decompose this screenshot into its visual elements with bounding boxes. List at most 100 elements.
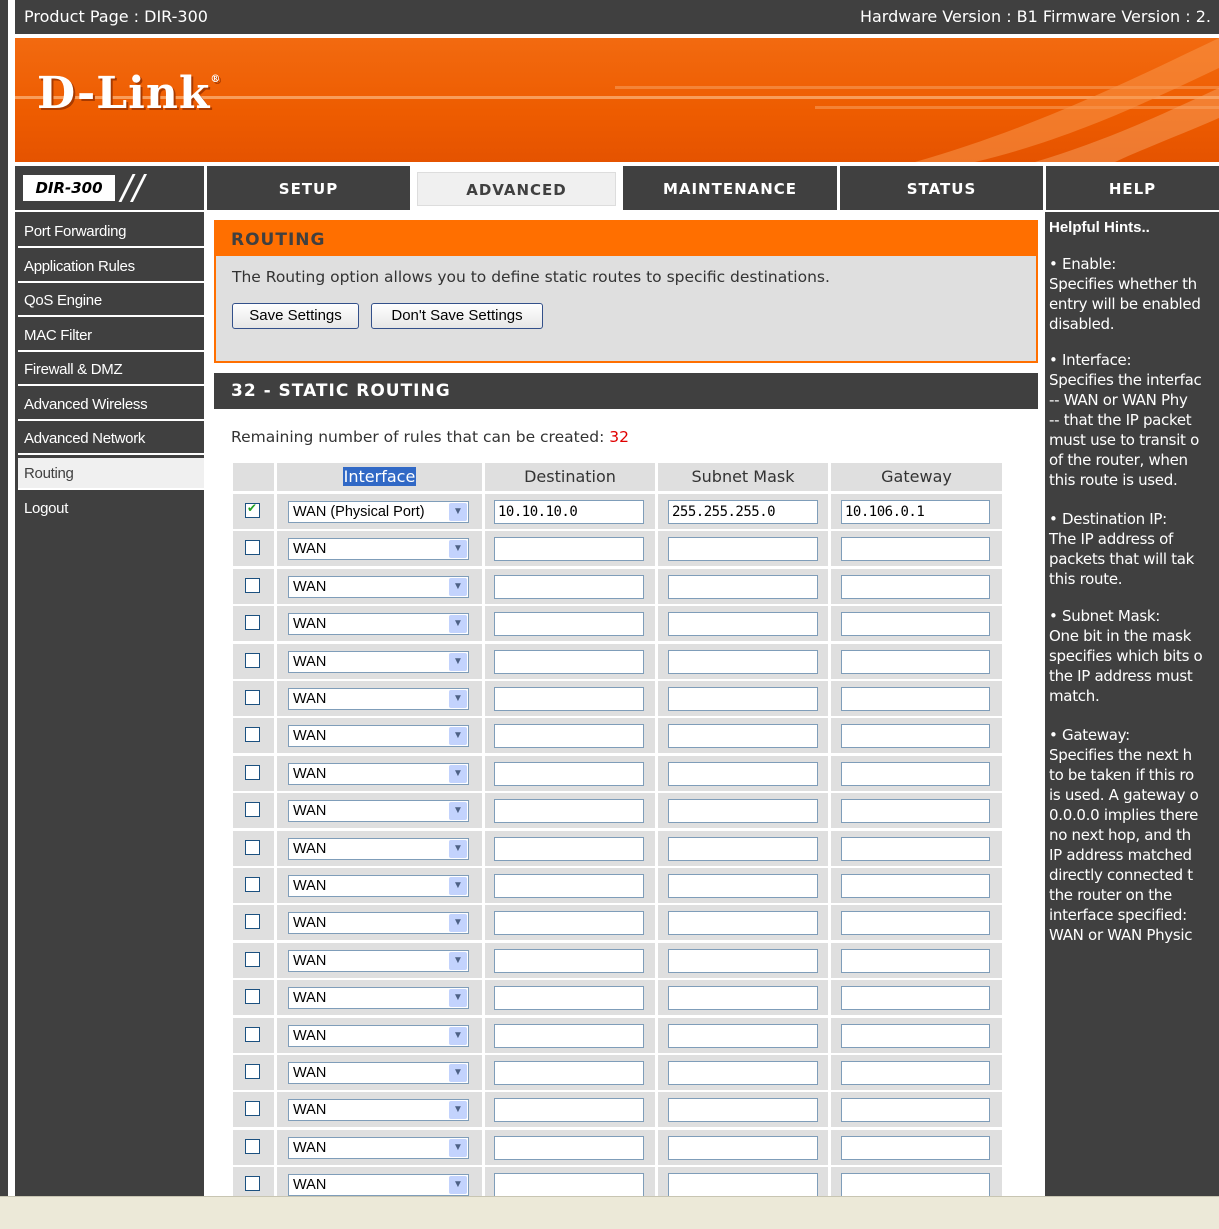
chevron-down-icon[interactable]: ▼ [449, 1176, 467, 1194]
chevron-down-icon[interactable]: ▼ [449, 578, 467, 596]
destination-input[interactable] [494, 612, 644, 636]
sidebar-item-mac-filter[interactable]: MAC Filter [18, 320, 204, 352]
enable-checkbox[interactable] [245, 653, 260, 668]
destination-input[interactable] [494, 986, 644, 1010]
sidebar-item-advanced-network[interactable]: Advanced Network [18, 423, 204, 455]
enable-checkbox[interactable] [245, 578, 260, 593]
chevron-down-icon[interactable]: ▼ [449, 765, 467, 783]
destination-input[interactable] [494, 837, 644, 861]
gateway-input[interactable] [841, 949, 990, 973]
gateway-input[interactable] [841, 724, 990, 748]
subnet-mask-input[interactable] [668, 949, 818, 973]
chevron-down-icon[interactable]: ▼ [449, 877, 467, 895]
subnet-mask-input[interactable] [668, 724, 818, 748]
enable-checkbox[interactable] [245, 914, 260, 929]
gateway-input[interactable] [841, 687, 990, 711]
interface-select[interactable]: WAN ▼ [288, 613, 469, 635]
gateway-input[interactable] [841, 1136, 990, 1160]
interface-select[interactable]: WAN ▼ [288, 912, 469, 934]
chevron-down-icon[interactable]: ▼ [449, 503, 467, 521]
sidebar-item-logout[interactable]: Logout [18, 493, 204, 525]
enable-checkbox[interactable] [245, 690, 260, 705]
subnet-mask-input[interactable] [668, 837, 818, 861]
sidebar-item-advanced-wireless[interactable]: Advanced Wireless [18, 389, 204, 421]
destination-input[interactable] [494, 650, 644, 674]
interface-select[interactable]: WAN ▼ [288, 538, 469, 560]
interface-select[interactable]: WAN ▼ [288, 838, 469, 860]
gateway-input[interactable] [841, 1173, 990, 1197]
enable-checkbox[interactable] [245, 989, 260, 1004]
interface-select[interactable]: WAN ▼ [288, 725, 469, 747]
sidebar-item-port-forwarding[interactable]: Port Forwarding [18, 216, 204, 248]
destination-input[interactable] [494, 537, 644, 561]
sidebar-item-qos-engine[interactable]: QoS Engine [18, 285, 204, 317]
destination-input[interactable] [494, 1136, 644, 1160]
interface-select[interactable]: WAN ▼ [288, 1099, 469, 1121]
interface-select[interactable]: WAN ▼ [288, 763, 469, 785]
subnet-mask-input[interactable] [668, 687, 818, 711]
chevron-down-icon[interactable]: ▼ [449, 840, 467, 858]
enable-checkbox[interactable] [245, 540, 260, 555]
interface-select[interactable]: WAN ▼ [288, 651, 469, 673]
subnet-mask-input[interactable] [668, 1098, 818, 1122]
enable-checkbox[interactable] [245, 727, 260, 742]
sidebar-item-firewall-dmz[interactable]: Firewall & DMZ [18, 354, 204, 386]
subnet-mask-input[interactable] [668, 1024, 818, 1048]
gateway-input[interactable]: 10.106.0.1 [841, 500, 990, 524]
enable-checkbox[interactable] [245, 1139, 260, 1154]
gateway-input[interactable] [841, 1024, 990, 1048]
destination-input[interactable]: 10.10.10.0 [494, 500, 644, 524]
enable-checkbox[interactable] [245, 615, 260, 630]
gateway-input[interactable] [841, 575, 990, 599]
subnet-mask-input[interactable] [668, 762, 818, 786]
gateway-input[interactable] [841, 537, 990, 561]
chevron-down-icon[interactable]: ▼ [449, 727, 467, 745]
chevron-down-icon[interactable]: ▼ [449, 540, 467, 558]
subnet-mask-input[interactable] [668, 537, 818, 561]
destination-input[interactable] [494, 874, 644, 898]
gateway-input[interactable] [841, 911, 990, 935]
chevron-down-icon[interactable]: ▼ [449, 690, 467, 708]
tab-advanced[interactable]: ADVANCED [413, 166, 620, 210]
gateway-input[interactable] [841, 837, 990, 861]
chevron-down-icon[interactable]: ▼ [449, 1027, 467, 1045]
gateway-input[interactable] [841, 1098, 990, 1122]
gateway-input[interactable] [841, 612, 990, 636]
interface-select[interactable]: WAN ▼ [288, 800, 469, 822]
gateway-input[interactable] [841, 799, 990, 823]
chevron-down-icon[interactable]: ▼ [449, 802, 467, 820]
destination-input[interactable] [494, 1061, 644, 1085]
destination-input[interactable] [494, 687, 644, 711]
chevron-down-icon[interactable]: ▼ [449, 914, 467, 932]
subnet-mask-input[interactable] [668, 799, 818, 823]
chevron-down-icon[interactable]: ▼ [449, 615, 467, 633]
tab-maintenance[interactable]: MAINTENANCE [623, 166, 837, 210]
interface-select[interactable]: WAN (Physical Port) ▼ [288, 501, 469, 523]
destination-input[interactable] [494, 1098, 644, 1122]
destination-input[interactable] [494, 911, 644, 935]
interface-select[interactable]: WAN ▼ [288, 1025, 469, 1047]
subnet-mask-input[interactable] [668, 1173, 818, 1197]
enable-checkbox[interactable] [245, 877, 260, 892]
enable-checkbox[interactable] [245, 952, 260, 967]
save-settings-button[interactable]: Save Settings [232, 303, 359, 329]
interface-select[interactable]: WAN ▼ [288, 1174, 469, 1196]
destination-input[interactable] [494, 724, 644, 748]
subnet-mask-input[interactable] [668, 911, 818, 935]
sidebar-item-application-rules[interactable]: Application Rules [18, 251, 204, 283]
chevron-down-icon[interactable]: ▼ [449, 1139, 467, 1157]
destination-input[interactable] [494, 1173, 644, 1197]
interface-select[interactable]: WAN ▼ [288, 987, 469, 1009]
enable-checkbox[interactable] [245, 840, 260, 855]
subnet-mask-input[interactable]: 255.255.255.0 [668, 500, 818, 524]
gateway-input[interactable] [841, 986, 990, 1010]
enable-checkbox[interactable] [245, 1027, 260, 1042]
destination-input[interactable] [494, 1024, 644, 1048]
enable-checkbox[interactable] [245, 765, 260, 780]
enable-checkbox[interactable] [245, 501, 260, 518]
subnet-mask-input[interactable] [668, 575, 818, 599]
tab-setup[interactable]: SETUP [207, 166, 410, 210]
subnet-mask-input[interactable] [668, 874, 818, 898]
chevron-down-icon[interactable]: ▼ [449, 1101, 467, 1119]
gateway-input[interactable] [841, 762, 990, 786]
